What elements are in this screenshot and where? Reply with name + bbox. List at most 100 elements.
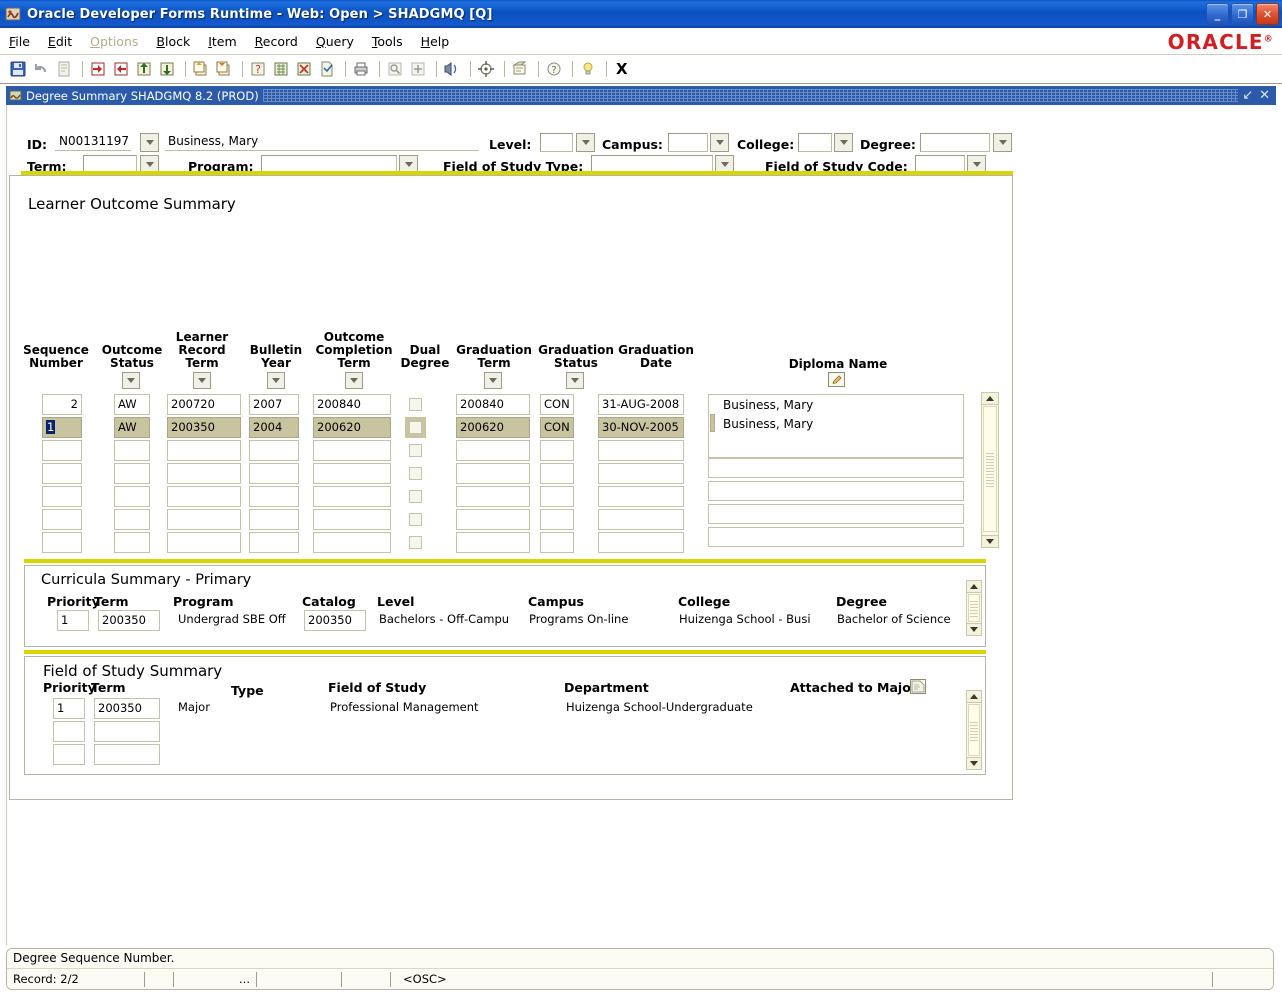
bulletin-year-cell-7[interactable] xyxy=(249,532,299,553)
graduation-term-lov-button[interactable] xyxy=(484,372,502,389)
insert-record-icon[interactable] xyxy=(134,59,154,79)
outcome-completion-term-cell-4[interactable] xyxy=(313,463,391,484)
menu-query[interactable]: Query xyxy=(307,32,363,51)
diploma-name-row-5[interactable] xyxy=(708,504,964,524)
execute-query-icon[interactable] xyxy=(271,59,291,79)
enter-query-icon[interactable] xyxy=(111,59,131,79)
diploma-name-field-group[interactable]: Business, Mary Business, Mary xyxy=(708,394,964,458)
sequence-number-cell-5[interactable] xyxy=(42,486,82,507)
print-icon[interactable] xyxy=(351,59,371,79)
outcome-status-cell-2[interactable]: AW xyxy=(114,417,150,438)
outcome-completion-term-cell-7[interactable] xyxy=(313,532,391,553)
undo-icon[interactable] xyxy=(31,59,51,79)
outcome-status-cell-1[interactable]: AW xyxy=(114,394,150,415)
help-icon[interactable]: ? xyxy=(544,59,564,79)
curricula-scroll-up-button[interactable] xyxy=(966,580,982,593)
learner-record-term-cell-5[interactable] xyxy=(167,486,241,507)
outcome-status-lov-button[interactable] xyxy=(122,372,140,389)
minimize-button[interactable]: _ xyxy=(1206,3,1229,25)
fos-priority-cell-1[interactable]: 1 xyxy=(53,698,85,719)
college-lov-button[interactable] xyxy=(834,133,853,152)
fos-priority-cell-3[interactable] xyxy=(53,744,85,765)
display-error-icon[interactable] xyxy=(476,59,496,79)
enter-query-help-icon[interactable]: ? xyxy=(248,59,268,79)
maximize-button[interactable]: ❐ xyxy=(1231,3,1254,25)
level-lov-button[interactable] xyxy=(576,133,595,152)
outcome-status-cell-4[interactable] xyxy=(114,463,150,484)
search-icon[interactable] xyxy=(385,59,405,79)
diploma-name-row-4[interactable] xyxy=(708,481,964,501)
graduation-status-cell-6[interactable] xyxy=(540,509,574,530)
hint-bulb-icon[interactable] xyxy=(578,59,598,79)
diploma-name-row-3[interactable] xyxy=(708,458,964,478)
fos-priority-cell-2[interactable] xyxy=(53,721,85,742)
fos-scroll-down-button[interactable] xyxy=(966,757,982,770)
graduation-status-cell-4[interactable] xyxy=(540,463,574,484)
scroll-thumb[interactable] xyxy=(983,406,997,532)
dual-degree-checkbox-6[interactable] xyxy=(409,513,422,526)
fos-term-cell-1[interactable]: 200350 xyxy=(94,698,160,719)
level-field[interactable] xyxy=(540,133,573,152)
remove-record-icon[interactable] xyxy=(157,59,177,79)
graduation-status-lov-button[interactable] xyxy=(566,372,584,389)
bulletin-year-lov-button[interactable] xyxy=(267,372,285,389)
learner-outcome-scrollbar[interactable] xyxy=(981,392,999,548)
fos-scroll-up-button[interactable] xyxy=(966,690,982,703)
sequence-number-cell-3[interactable] xyxy=(42,440,82,461)
learner-record-term-cell-1[interactable]: 200720 xyxy=(167,394,241,415)
curricula-term-cell[interactable]: 200350 xyxy=(98,610,160,631)
outcome-status-cell-5[interactable] xyxy=(114,486,150,507)
next-block-icon[interactable] xyxy=(214,59,234,79)
graduation-date-cell-2[interactable]: 30-NOV-2005 xyxy=(598,417,684,438)
graduation-date-cell-1[interactable]: 31-AUG-2008 xyxy=(598,394,684,415)
dual-degree-checkbox-5[interactable] xyxy=(409,490,422,503)
sequence-number-cell-7[interactable] xyxy=(42,532,82,553)
learner-record-term-lov-button[interactable] xyxy=(193,372,211,389)
close-button[interactable]: ✕ xyxy=(1256,3,1279,25)
attached-to-major-doc-icon[interactable] xyxy=(910,679,926,694)
graduation-term-cell-3[interactable] xyxy=(456,440,530,461)
curricula-scroll-thumb[interactable] xyxy=(968,594,980,622)
bulletin-year-cell-1[interactable]: 2007 xyxy=(249,394,299,415)
campus-field[interactable] xyxy=(668,133,708,152)
graduation-status-cell-3[interactable] xyxy=(540,440,574,461)
outcome-completion-term-lov-button[interactable] xyxy=(345,372,363,389)
fos-term-cell-2[interactable] xyxy=(94,721,160,742)
menu-item[interactable]: Item xyxy=(199,32,245,51)
menu-options[interactable]: Options xyxy=(81,32,147,51)
college-field[interactable] xyxy=(798,133,832,152)
menu-block[interactable]: Block xyxy=(147,32,199,51)
menu-help[interactable]: Help xyxy=(412,32,459,51)
graduation-date-cell-7[interactable] xyxy=(598,532,684,553)
copy-icon[interactable] xyxy=(54,59,74,79)
save-icon[interactable] xyxy=(8,59,28,79)
bulletin-year-cell-4[interactable] xyxy=(249,463,299,484)
graduation-status-cell-5[interactable] xyxy=(540,486,574,507)
dual-degree-checkbox-2[interactable] xyxy=(409,421,422,434)
graduation-term-cell-4[interactable] xyxy=(456,463,530,484)
graduation-term-cell-5[interactable] xyxy=(456,486,530,507)
diploma-name-row-2[interactable]: Business, Mary xyxy=(709,414,963,433)
dual-degree-checkbox-4[interactable] xyxy=(409,467,422,480)
fos-term-cell-3[interactable] xyxy=(94,744,160,765)
cancel-query-icon[interactable] xyxy=(294,59,314,79)
diploma-name-row-1[interactable]: Business, Mary xyxy=(709,395,963,414)
dual-degree-checkbox-7[interactable] xyxy=(409,536,422,549)
graduation-status-cell-2[interactable]: CON xyxy=(540,417,574,438)
sequence-number-cell-2[interactable]: 1 xyxy=(42,417,82,438)
sequence-number-cell-4[interactable] xyxy=(42,463,82,484)
outcome-status-cell-7[interactable] xyxy=(114,532,150,553)
curricula-scrollbar[interactable] xyxy=(966,580,982,636)
form-restore-button[interactable]: ↙ xyxy=(1242,89,1253,102)
graduation-date-cell-4[interactable] xyxy=(598,463,684,484)
graduation-date-cell-3[interactable] xyxy=(598,440,684,461)
sequence-number-cell-6[interactable] xyxy=(42,509,82,530)
degree-lov-button[interactable] xyxy=(993,133,1012,152)
dual-degree-checkbox-1[interactable] xyxy=(409,398,422,411)
add-icon[interactable] xyxy=(408,59,428,79)
outcome-completion-term-cell-6[interactable] xyxy=(313,509,391,530)
menu-record[interactable]: Record xyxy=(246,32,307,51)
form-close-button[interactable]: ✕ xyxy=(1259,89,1270,102)
field-of-study-scrollbar[interactable] xyxy=(966,690,982,770)
diploma-name-edit-icon[interactable] xyxy=(828,372,845,387)
